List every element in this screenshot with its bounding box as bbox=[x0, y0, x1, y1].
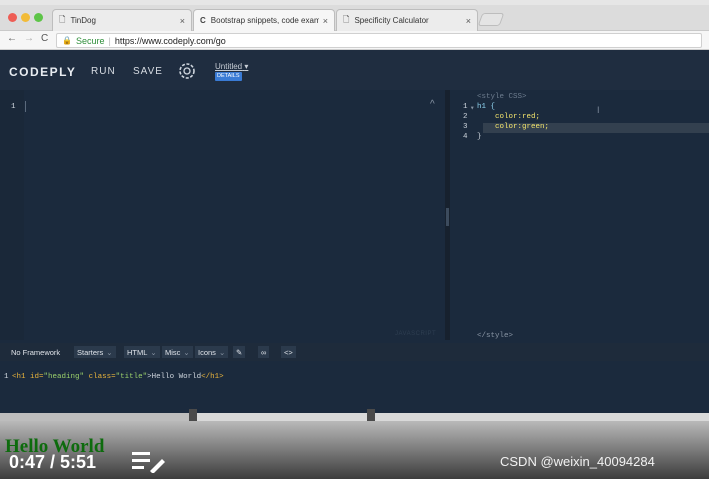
starters-dropdown[interactable]: Starters ⌄ bbox=[74, 346, 116, 358]
html-attr: class= bbox=[88, 373, 116, 381]
maximize-window-button[interactable] bbox=[34, 13, 43, 22]
fold-arrow-icon[interactable]: ▾ bbox=[470, 103, 475, 113]
secure-label: Secure bbox=[75, 35, 105, 46]
html-attr-value: "title" bbox=[115, 373, 148, 381]
css-editor[interactable]: <style CSS> I 1 ▾ h1 { 2 color:red; 3 co… bbox=[450, 90, 709, 340]
line-number: 1 bbox=[4, 373, 9, 381]
watermark: CSDN @weixin_40094284 bbox=[500, 454, 655, 469]
reload-icon[interactable]: C bbox=[41, 33, 48, 44]
html-text: >Hello World bbox=[147, 373, 202, 381]
codeply-toolbar: CODEPLY RUN SAVE Untitled ▾ DETAILS bbox=[0, 50, 709, 90]
page-icon: 🗋 bbox=[59, 14, 66, 24]
lock-icon: 🔒 bbox=[62, 36, 72, 45]
starters-label: Starters bbox=[77, 347, 104, 357]
framework-dropdown[interactable]: No Framework bbox=[8, 346, 63, 358]
chevron-down-icon: ▾ bbox=[244, 62, 249, 71]
css-footer-label: </style> bbox=[477, 332, 514, 340]
tab-title: Specificity Calculator bbox=[354, 16, 429, 25]
close-window-button[interactable] bbox=[8, 13, 17, 22]
line-number: 1 bbox=[463, 103, 468, 111]
tab-tindog[interactable]: 🗋 TinDog × bbox=[52, 9, 192, 31]
codeply-favicon-icon: C bbox=[200, 16, 206, 25]
markup-code-line: <h1 id="heading" class="title">Hello Wor… bbox=[12, 373, 224, 381]
video-progress-bar[interactable] bbox=[0, 413, 709, 421]
url-divider: | bbox=[108, 35, 111, 46]
close-tab-icon[interactable]: × bbox=[180, 16, 185, 26]
chevron-down-icon: ⌄ bbox=[218, 347, 226, 357]
misc-label: Misc bbox=[165, 347, 181, 357]
html-label: HTML bbox=[127, 347, 148, 357]
collapse-arrow-icon[interactable]: ^ bbox=[430, 99, 435, 110]
markup-editor[interactable]: 1 <h1 id="heading" class="title">Hello W… bbox=[0, 361, 709, 413]
text-cursor bbox=[25, 101, 26, 112]
line-number: 3 bbox=[463, 123, 468, 131]
misc-dropdown[interactable]: Misc ⌄ bbox=[162, 346, 193, 358]
line-number: 4 bbox=[463, 133, 468, 141]
html-editor-gutter: 1 bbox=[0, 90, 24, 340]
chevron-down-icon: ⌄ bbox=[106, 347, 113, 357]
html-tag: <h1 bbox=[12, 373, 26, 381]
page-icon: 🗋 bbox=[343, 14, 350, 24]
snippet-toolbar: No Framework Starters ⌄ HTML ⌄ Misc ⌄ Icons… bbox=[0, 343, 709, 361]
video-overlay: Hello World 0:47 / 5:51 CSDN @weixin_400… bbox=[0, 421, 709, 479]
video-time: 0:47 / 5:51 bbox=[9, 452, 97, 472]
forward-icon[interactable]: → bbox=[24, 33, 34, 44]
run-button[interactable]: RUN bbox=[91, 66, 116, 77]
chevron-down-icon: ⌄ bbox=[150, 347, 157, 357]
tab-title: TinDog bbox=[70, 16, 96, 25]
minimize-window-button[interactable] bbox=[21, 13, 30, 22]
tab-bootstrap-snippets[interactable]: C Bootstrap snippets, code exam × bbox=[193, 9, 335, 31]
url-text: https://www.codeply.com/go bbox=[114, 35, 226, 46]
css-declaration: color:red; bbox=[495, 113, 541, 121]
tab-specificity-calculator[interactable]: 🗋 Specificity Calculator × bbox=[336, 9, 478, 31]
javascript-hint: JAVASCRIPT bbox=[395, 331, 437, 337]
details-badge[interactable]: DETAILS bbox=[215, 72, 242, 81]
css-header-label: <style CSS> bbox=[477, 93, 527, 101]
css-closing-brace: } bbox=[477, 133, 482, 141]
icons-dropdown[interactable]: Icons ⌄ bbox=[195, 346, 229, 358]
icons-label: Icons bbox=[198, 347, 216, 357]
line-number: 1 bbox=[11, 103, 16, 111]
magic-wand-icon[interactable]: ✎ bbox=[233, 346, 246, 358]
back-icon[interactable]: ← bbox=[7, 33, 17, 44]
close-tab-icon[interactable]: × bbox=[466, 16, 471, 26]
close-tab-icon[interactable]: × bbox=[323, 16, 328, 26]
tab-title: Bootstrap snippets, code exam bbox=[210, 16, 319, 25]
playlist-icon[interactable] bbox=[132, 449, 166, 478]
infinity-icon[interactable]: ∞ bbox=[258, 346, 270, 358]
codeply-logo: CODEPLY bbox=[9, 65, 77, 79]
ibeam-cursor-icon: I bbox=[597, 105, 600, 115]
project-name-dropdown[interactable]: Untitled ▾ bbox=[215, 62, 248, 71]
css-selector: h1 { bbox=[477, 103, 496, 111]
chevron-down-icon: ⌄ bbox=[183, 347, 190, 357]
address-bar: ← → C 🔒 Secure | https://www.codeply.com… bbox=[0, 31, 709, 50]
project-name: Untitled bbox=[215, 62, 243, 71]
video-progress-fill bbox=[0, 413, 192, 421]
browser-tab-strip: 🗋 TinDog × C Bootstrap snippets, code ex… bbox=[0, 5, 709, 31]
html-attr-value: "heading" bbox=[43, 373, 85, 381]
line-number: 2 bbox=[463, 113, 468, 121]
splitter-handle[interactable] bbox=[446, 208, 449, 226]
html-tag: </h1> bbox=[201, 373, 224, 381]
new-tab-button[interactable] bbox=[477, 13, 505, 26]
url-field[interactable]: 🔒 Secure | https://www.codeply.com/go bbox=[56, 33, 702, 48]
gear-icon[interactable] bbox=[177, 61, 197, 86]
css-declaration: color:green; bbox=[495, 123, 550, 131]
html-dropdown[interactable]: HTML ⌄ bbox=[124, 346, 160, 358]
code-icon[interactable]: <> bbox=[281, 346, 296, 358]
html-attr: id= bbox=[30, 373, 44, 381]
save-button[interactable]: SAVE bbox=[133, 66, 163, 77]
html-editor[interactable]: 1 ^ bbox=[0, 90, 446, 340]
